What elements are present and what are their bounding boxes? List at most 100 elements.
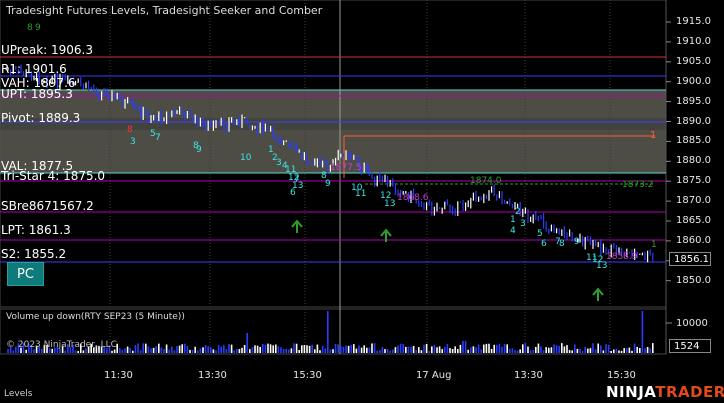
volume-bar	[501, 346, 503, 353]
volume-bar	[407, 346, 410, 353]
volume-bar	[134, 345, 137, 353]
volume-bar	[444, 346, 446, 353]
volume-bar	[566, 345, 568, 353]
volume-bar	[147, 346, 150, 353]
volume-bar	[483, 344, 485, 353]
volume-bar	[329, 349, 332, 353]
up-arrow-icon	[592, 287, 604, 301]
volume-bar	[574, 344, 576, 353]
count-label: 6	[541, 239, 547, 249]
volume-bar	[246, 333, 248, 353]
volume-bar	[350, 344, 352, 353]
volume-bar	[425, 343, 428, 353]
volume-bar	[454, 346, 456, 353]
volume-bar	[449, 348, 451, 353]
volume-bar	[389, 350, 391, 353]
volume-bar	[230, 344, 233, 353]
level-label-lpt: LPT: 1861.3	[1, 223, 71, 237]
volume-bar	[462, 341, 464, 353]
volume-bar	[223, 344, 225, 353]
comber-price-label: 1874.0	[470, 176, 502, 186]
volume-bar	[496, 344, 498, 353]
volume-bar	[347, 345, 350, 353]
volume-bar	[288, 349, 290, 353]
volume-bar	[303, 344, 306, 353]
last-price-marker: 1856.1	[669, 252, 711, 266]
volume-bar	[215, 350, 217, 353]
volume-bar	[355, 348, 358, 353]
volume-bar	[25, 349, 27, 353]
volume-bar	[217, 345, 220, 353]
count-label: 2	[515, 207, 521, 217]
count-label: 3	[276, 158, 282, 168]
volume-bar	[272, 345, 274, 353]
volume-bar	[602, 350, 605, 353]
count-label: 6	[290, 188, 296, 198]
volume-bar	[316, 344, 319, 353]
volume-bar	[113, 349, 116, 353]
volume-bar	[132, 350, 134, 353]
volume-bar	[77, 350, 79, 353]
count-label: 4	[510, 226, 516, 236]
volume-bar	[150, 348, 152, 353]
volume-bar	[293, 343, 295, 353]
volume-bar	[74, 350, 77, 353]
volume-bar	[555, 345, 558, 353]
x-axis-tick: 11:30	[104, 370, 133, 381]
instrument-button[interactable]: PC	[7, 262, 44, 286]
volume-bar	[649, 348, 651, 353]
volume-bar	[464, 341, 467, 353]
volume-bar	[415, 349, 417, 353]
volume-bar	[82, 350, 85, 353]
seeker-annotation: 1	[650, 130, 657, 141]
count-label: 10	[240, 153, 252, 163]
volume-bar	[431, 346, 433, 353]
volume-bar	[379, 350, 381, 353]
volume-bar	[368, 347, 371, 353]
volume-bar	[571, 350, 573, 353]
volume-bar	[189, 349, 191, 353]
volume-bar	[623, 348, 625, 353]
volume-bar	[168, 349, 170, 353]
volume-bar	[197, 350, 199, 353]
volume-bar	[522, 344, 524, 353]
volume-bar	[327, 311, 329, 353]
volume-bar	[594, 349, 597, 353]
volume-bar	[334, 344, 337, 353]
count-label: 9	[196, 145, 202, 155]
volume-panel-title: Volume up down(RTY SEP23 (5 Minute))	[6, 312, 185, 322]
copyright-text: © 2023 NinjaTrader, LLC	[6, 340, 117, 350]
volume-bar	[145, 343, 147, 353]
volume-bar	[397, 345, 399, 353]
volume-bar	[514, 350, 516, 353]
volume-bar	[243, 345, 246, 353]
volume-bar	[488, 343, 490, 353]
volume-bar	[345, 345, 347, 353]
volume-bar	[163, 349, 165, 353]
y-axis-tick-label: 1865.0	[676, 215, 711, 226]
volume-bar	[160, 347, 163, 353]
volume-bar	[298, 350, 300, 353]
volume-bar	[152, 347, 155, 353]
volume-bar	[607, 344, 610, 353]
y-axis-tick-label: 1860.0	[676, 234, 711, 246]
volume-bar	[210, 347, 212, 353]
y-axis-tick-label: 1870.0	[676, 195, 711, 207]
tab-levels[interactable]: Levels	[4, 389, 32, 399]
level-label-s1: SBre8671567.2	[1, 199, 94, 213]
volume-bar	[550, 347, 553, 353]
volume-bar	[381, 347, 384, 353]
volume-bar	[545, 347, 547, 353]
volume-bar	[342, 346, 345, 353]
y-axis-tick-label: 1850.0	[676, 274, 711, 286]
y-axis-tick-label: 1900.0	[676, 75, 711, 87]
volume-bar	[646, 346, 649, 353]
volume-bar	[519, 349, 521, 353]
volume-bar	[158, 343, 160, 353]
volume-bar	[428, 350, 430, 353]
volume-bar	[337, 344, 339, 353]
x-axis-tick: 13:30	[514, 370, 543, 381]
volume-bar	[587, 348, 589, 353]
level-label-tristar: Tri-Star 4: 1875.0	[1, 169, 106, 183]
volume-bar	[366, 347, 368, 353]
